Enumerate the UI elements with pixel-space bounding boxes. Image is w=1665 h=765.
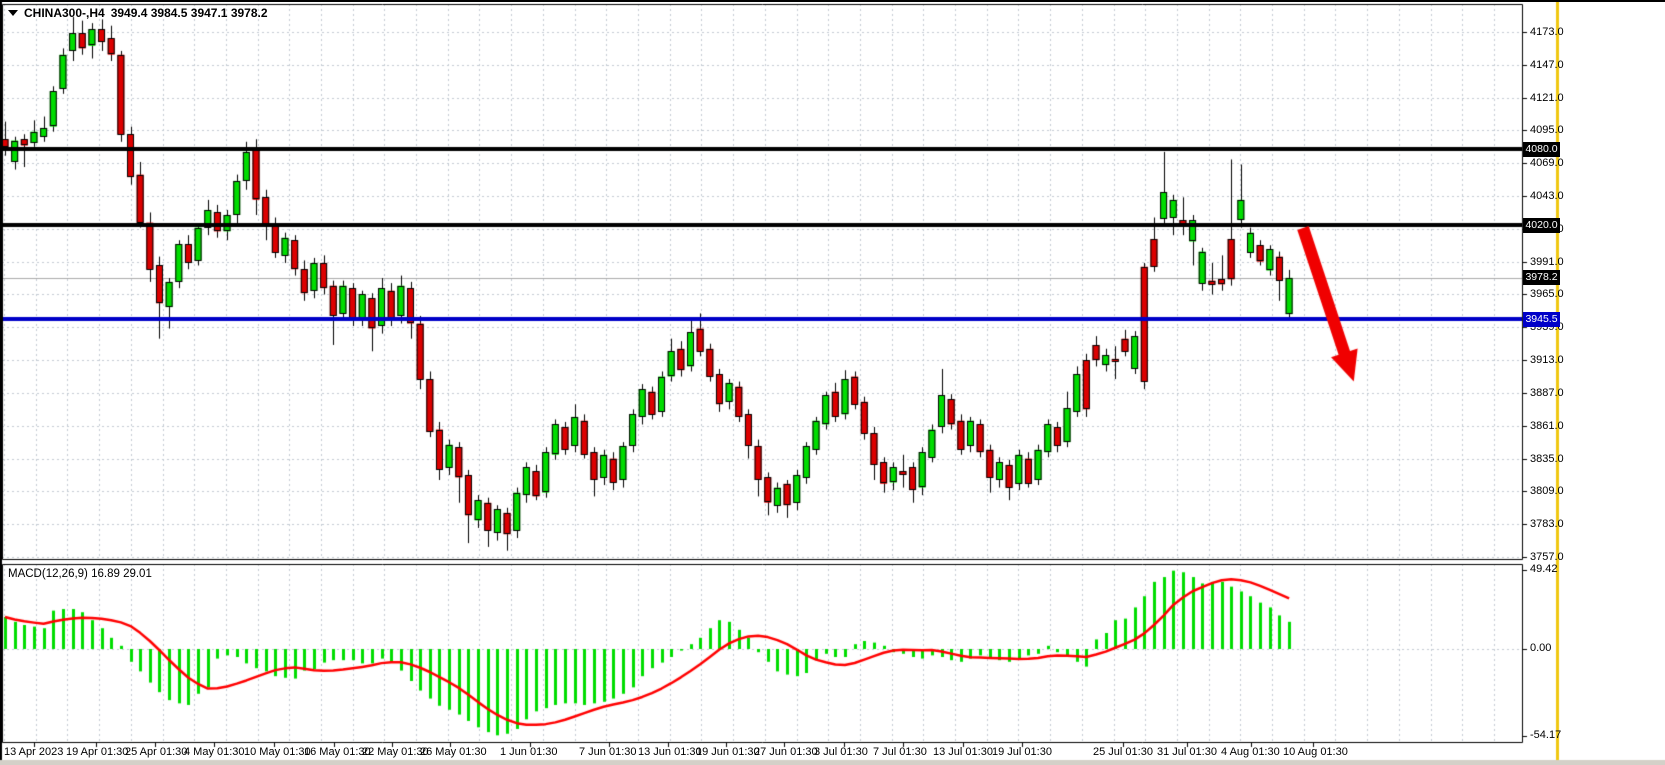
price-tick-label: 3965.0	[1530, 287, 1576, 301]
macd-values: 16.89 29.01	[91, 568, 152, 580]
date-label: 3 Jul 01:30	[814, 746, 868, 758]
price-tick-label: 3991.0	[1530, 255, 1576, 269]
macd-tick-label: 49.42	[1530, 563, 1580, 575]
price-tick-label: 4147.0	[1530, 58, 1576, 72]
date-label: 1 Jun 01:30	[500, 746, 558, 758]
price-tick-label: 3783.0	[1530, 517, 1576, 531]
date-label: 25 Apr 01:30	[125, 746, 187, 758]
date-label: 10 Aug 01:30	[1283, 746, 1348, 758]
date-label: 22 May 01:30	[362, 746, 429, 758]
date-label: 16 May 01:30	[304, 746, 371, 758]
date-label: 13 Jul 01:30	[933, 746, 993, 758]
date-label: 4 Aug 01:30	[1221, 746, 1280, 758]
date-label: 19 Apr 01:30	[66, 746, 128, 758]
price-tick-label: 4121.0	[1530, 91, 1576, 105]
macd-tick-label: -54.17	[1530, 729, 1580, 741]
price-tick-label: 3809.0	[1530, 484, 1576, 498]
chart-title: CHINA300-,H4 3949.4 3984.5 3947.1 3978.2	[8, 6, 268, 20]
price-tick-label: 4069.0	[1530, 156, 1576, 170]
date-label: 4 May 01:30	[184, 746, 245, 758]
ohlc-values: 3949.4 3984.5 3947.1 3978.2	[111, 6, 268, 20]
date-label: 19 Jun 01:30	[696, 746, 760, 758]
date-label: 13 Apr 2023	[4, 746, 63, 758]
macd-tick-label: 0.00	[1530, 642, 1580, 654]
date-label: 19 Jul 01:30	[992, 746, 1052, 758]
macd-name: MACD(12,26,9)	[8, 568, 88, 580]
price-tick-label: 4095.0	[1530, 123, 1576, 137]
date-label: 10 May 01:30	[244, 746, 311, 758]
resistance-level-badge: 4080.0	[1523, 142, 1560, 157]
date-label: 13 Jun 01:30	[638, 746, 702, 758]
macd-indicator-label: MACD(12,26,9) 16.89 29.01	[8, 568, 152, 580]
price-tick-label: 3913.0	[1530, 353, 1576, 367]
date-label: 26 May 01:30	[420, 746, 487, 758]
symbol-period-label: CHINA300-,H4	[24, 6, 105, 20]
price-tick-label: 3835.0	[1530, 452, 1576, 466]
date-label: 25 Jul 01:30	[1093, 746, 1153, 758]
price-tick-label: 4043.0	[1530, 189, 1576, 203]
trading-chart-window: CHINA300-,H4 3949.4 3984.5 3947.1 3978.2…	[0, 0, 1665, 765]
blue-level-badge: 3945.5	[1523, 312, 1560, 327]
date-label: 7 Jun 01:30	[579, 746, 637, 758]
date-label: 31 Jul 01:30	[1157, 746, 1217, 758]
date-label: 7 Jul 01:30	[873, 746, 927, 758]
price-tick-label: 4173.0	[1530, 25, 1576, 39]
date-label: 27 Jun 01:30	[754, 746, 818, 758]
price-tick-label: 3861.0	[1530, 419, 1576, 433]
price-tick-label: 3887.0	[1530, 386, 1576, 400]
price-chart-canvas[interactable]	[0, 2, 1665, 765]
support-level-badge: 4020.0	[1523, 218, 1560, 233]
symbol-dropdown-icon[interactable]	[8, 10, 18, 16]
last-price-badge: 3978.2	[1523, 270, 1560, 285]
price-tick-label: 3757.0	[1530, 550, 1576, 564]
